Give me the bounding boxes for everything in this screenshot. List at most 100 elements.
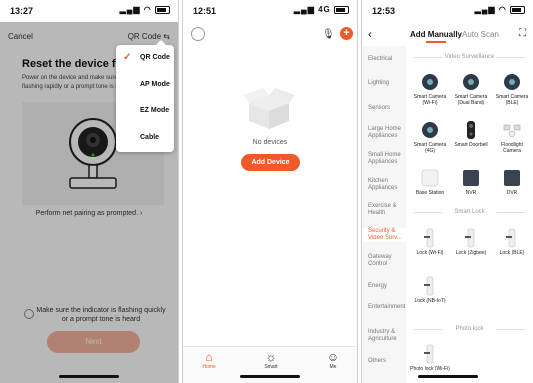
floodlight-icon — [503, 124, 521, 138]
device-tile[interactable]: Lock (Zigbee) — [451, 228, 491, 256]
device-tile[interactable]: Lock (Wi-Fi) — [410, 228, 450, 256]
tab-auto-scan[interactable]: Auto Scan — [462, 30, 499, 39]
nvr-icon — [463, 170, 479, 186]
category-item[interactable]: Industry & Agriculture — [368, 329, 406, 343]
reset-device-screen: 13:27 ▂▄▆ ◠ Cancel QR Code ⇆ Reset the d… — [0, 0, 179, 383]
camera-icon — [422, 74, 438, 90]
device-label: Smart Camera (Wi-Fi) — [413, 94, 447, 106]
scan-icon[interactable]: ⛶ — [519, 28, 526, 39]
menu-item-ez-mode[interactable]: EZ Mode — [116, 98, 174, 125]
device-label: Base Station — [415, 190, 445, 196]
menu-item-label: EZ Mode — [140, 107, 170, 115]
status-time: 12:51 — [193, 6, 217, 16]
device-label: Lock (BLE) — [499, 250, 525, 256]
back-icon[interactable]: ‹ — [368, 27, 372, 41]
status-bar: 12:51 ▂▄▆ 4G — [183, 0, 357, 22]
empty-box-illustration — [241, 85, 297, 130]
menu-item-ap-mode[interactable]: AP Mode — [116, 72, 174, 99]
device-tile[interactable]: Smart Doorbell — [451, 120, 491, 148]
category-item-active[interactable]: Security & Video Surv... — [362, 228, 406, 242]
device-tile[interactable]: Smart Camera (4G) — [410, 120, 450, 154]
add-icon[interactable]: + — [340, 27, 353, 40]
lock-icon — [424, 344, 434, 364]
category-sidebar: Electrical Lighting Sensors Large Home A… — [362, 46, 406, 383]
category-item[interactable]: Gateway Control — [368, 254, 406, 268]
category-item[interactable]: Electrical — [368, 56, 406, 63]
device-label: Smart Camera (4G) — [413, 142, 447, 154]
category-item[interactable]: Others — [368, 358, 406, 365]
device-label: Lock (Zigbee) — [455, 250, 487, 256]
device-tile[interactable]: Lock (BLE) — [492, 228, 532, 256]
sun-icon: ☼ — [265, 350, 277, 364]
status-time: 13:27 — [10, 6, 34, 16]
home-indicator — [417, 375, 478, 378]
device-tile[interactable]: DVR — [492, 168, 532, 196]
status-icons: ▂▄▆ ◠ — [475, 5, 525, 14]
lock-icon — [506, 228, 516, 248]
category-item[interactable]: Lighting — [368, 80, 406, 87]
dvr-icon — [504, 170, 520, 186]
home-indicator — [59, 375, 119, 378]
battery-icon — [334, 5, 349, 14]
device-label: DVR — [506, 190, 518, 196]
lock-icon — [465, 228, 475, 248]
status-icons: ▂▄▆ 4G — [294, 5, 349, 14]
device-label: Floodlight Camera — [501, 142, 523, 154]
home-icon: ⌂ — [205, 350, 213, 364]
section-header: Photo lock — [410, 326, 529, 332]
tab-label: Smart — [264, 364, 278, 370]
tab-home[interactable]: ⌂ Home — [189, 350, 229, 370]
doorbell-icon — [467, 121, 475, 139]
status-bar: 13:27 ▂▄▆ ◠ — [0, 0, 178, 22]
mode-menu: ✓ QR Code AP Mode EZ Mode Cable — [116, 40, 174, 152]
status-bar: 12:53 ▂▄▆ ◠ — [362, 0, 533, 22]
menu-item-label: Cable — [140, 134, 160, 142]
device-label: Smart Camera (BLE) — [495, 94, 529, 106]
menu-item-label: QR Code — [140, 54, 170, 61]
lock-icon — [424, 228, 434, 248]
base-station-icon — [421, 169, 439, 187]
device-label: Lock (NB-IoT) — [414, 298, 446, 304]
section-header: Video Surveillance — [410, 54, 529, 60]
empty-state-text: No devices — [252, 139, 288, 146]
section-header: Smart Lock — [410, 209, 529, 215]
tab-smart[interactable]: ☼ Smart — [251, 350, 291, 370]
device-label: Lock (Wi-Fi) — [416, 250, 444, 256]
home-selector-icon[interactable] — [191, 27, 205, 41]
device-tile[interactable]: Smart Camera (Dual Band) — [451, 72, 491, 106]
home-indicator — [240, 375, 300, 378]
person-icon: ☺ — [326, 350, 340, 364]
menu-item-cable[interactable]: Cable — [116, 125, 174, 152]
device-tile[interactable]: Smart Camera (BLE) — [492, 72, 532, 106]
network-label: 4G — [318, 5, 331, 14]
device-tile[interactable]: Base Station — [410, 168, 450, 196]
menu-item-qr-code[interactable]: ✓ QR Code — [116, 45, 174, 72]
device-tile[interactable]: Smart Camera (Wi-Fi) — [410, 72, 450, 106]
tab-label: Home — [202, 364, 216, 370]
add-device-screen: 12:53 ▂▄▆ ◠ ‹ Add Manually Auto Scan ⛶ E… — [361, 0, 533, 383]
device-tile[interactable]: Floodlight Camera — [492, 120, 532, 154]
device-tile[interactable]: NVR — [451, 168, 491, 196]
category-item[interactable]: Sensors — [368, 105, 406, 112]
home-screen: 12:51 ▂▄▆ 4G 🎙 + No devices Add Device ⌂… — [182, 0, 358, 383]
device-tile[interactable]: Photo lock (Wi-Fi) — [410, 344, 450, 372]
menu-item-label: AP Mode — [140, 80, 170, 88]
category-item[interactable]: Large Home Appliances — [368, 126, 406, 140]
battery-icon — [155, 5, 170, 14]
category-item[interactable]: Exercise & Health — [368, 203, 406, 217]
category-item[interactable]: Energy — [368, 283, 406, 290]
microphone-icon[interactable]: 🎙 — [322, 29, 335, 40]
camera-icon — [422, 122, 438, 138]
add-device-button[interactable]: Add Device — [241, 154, 300, 171]
device-tile[interactable]: Lock (NB-IoT) — [410, 276, 450, 304]
device-label: NVR — [465, 190, 477, 196]
category-item[interactable]: Small Home Appliances — [368, 152, 406, 166]
tab-add-manually[interactable]: Add Manually — [410, 30, 462, 43]
lock-icon — [424, 276, 434, 296]
device-label: Photo lock (Wi-Fi) — [410, 366, 450, 372]
status-time: 12:53 — [372, 6, 396, 16]
camera-icon — [504, 74, 520, 90]
category-item[interactable]: Entertainment — [368, 304, 406, 311]
tab-me[interactable]: ☺ Me — [313, 350, 353, 370]
category-item[interactable]: Kitchen Appliances — [368, 178, 406, 192]
